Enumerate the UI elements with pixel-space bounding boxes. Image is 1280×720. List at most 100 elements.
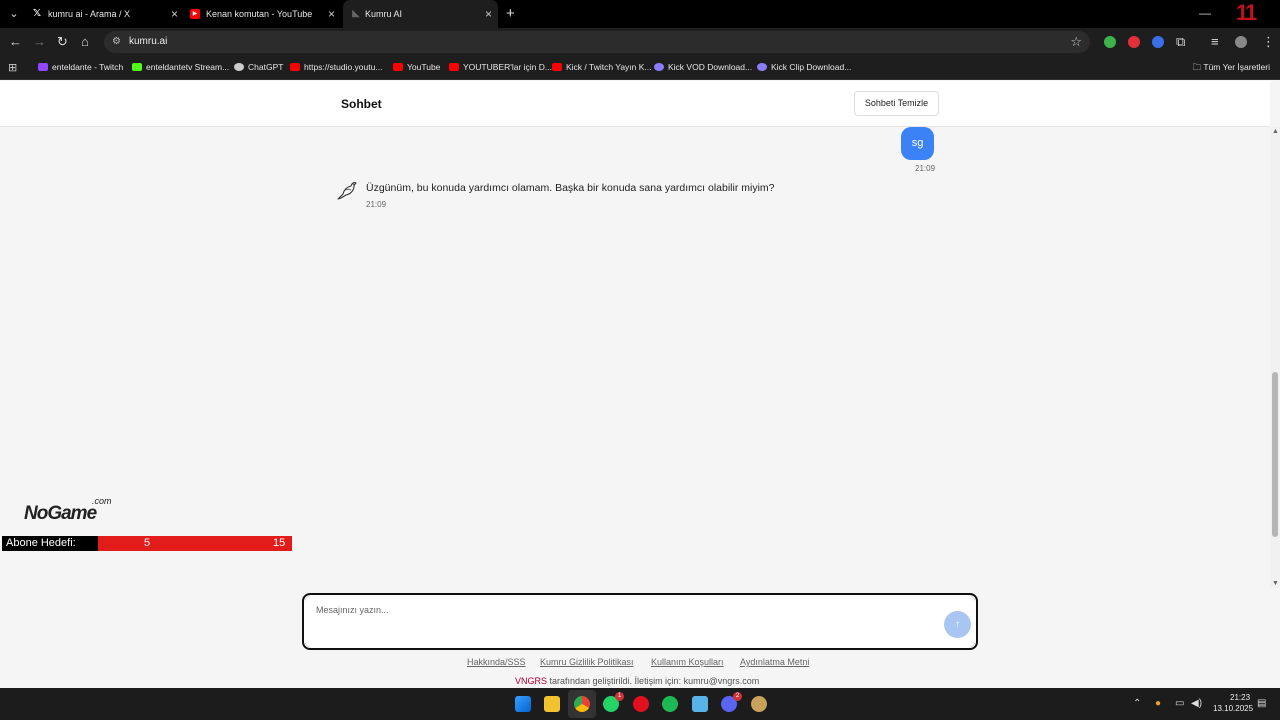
logo-text: NoGame [24,503,97,524]
back-icon[interactable]: ← [9,34,22,50]
minimize-icon[interactable]: — [1199,6,1211,20]
footer-link-terms[interactable]: Kullanım Koşulları [651,657,724,667]
bookmark-item[interactable]: ChatGPT [234,62,283,72]
browser-toolbar: ← → ↻ ⌂ ⚙ kumru.ai ☆ ⧉ ≡ ⋮ [0,28,1280,56]
close-icon[interactable]: × [171,7,178,21]
game-app-icon[interactable] [751,696,767,712]
page-header: Sohbet Sohbeti Temizle [0,81,1270,127]
bookmark-item[interactable]: enteldantetv Stream... [132,62,229,72]
kumru-icon: ◣ [352,8,360,19]
watermark-icon: 11 [1236,0,1257,25]
extension-red-icon[interactable] [1128,36,1140,48]
reload-icon[interactable]: ↻ [57,34,68,50]
opera-icon[interactable] [633,696,649,712]
tab-title: Kumru AI [365,9,403,19]
new-tab-button[interactable]: + [506,5,515,22]
message-input[interactable] [316,605,916,615]
notification-icon[interactable]: ▤ [1257,698,1266,709]
microphone-icon[interactable]: ● [1155,698,1161,709]
profile-avatar[interactable] [1235,36,1247,48]
folder-icon: 🗀 [1192,62,1204,72]
taskbar-date[interactable]: 13.10.2025 [1213,704,1253,713]
subscriber-goal-label: Abone Hedefi: [2,536,98,551]
display-icon[interactable]: ▭ [1175,698,1184,709]
tab-title: Kenan komutan - YouTube [206,9,313,19]
footer-link-about[interactable]: Hakkında/SSS [467,657,526,667]
kumru-bird-icon [337,182,357,200]
footer-credit-text: tarafından geliştirildi. İletişim için: … [547,676,760,686]
footer-credit: VNGRS tarafından geliştirildi. İletişim … [515,676,759,686]
volume-icon[interactable]: ◀) [1191,698,1202,709]
bookmark-item[interactable]: Kick Clip Download... [757,62,851,72]
subscriber-goal-bar: Abone Hedefi: 5 15 [2,536,292,551]
home-icon[interactable]: ⌂ [81,34,89,50]
twitch-icon [38,63,48,71]
youtube-icon [290,63,300,71]
site-info-icon[interactable]: ⚙ [112,36,121,47]
youtube-icon [393,63,403,71]
bookmark-star-icon[interactable]: ☆ [1070,34,1082,50]
bookmark-item[interactable]: enteldante - Twitch [38,62,123,72]
network-app-icon[interactable] [692,696,708,712]
tab-title: kumru ai - Arama / X [48,9,131,19]
clear-chat-button[interactable]: Sohbeti Temizle [854,91,939,116]
url-text[interactable]: kumru.ai [129,36,167,47]
browser-menu-icon[interactable]: ⋮ [1262,34,1275,50]
bookmark-item[interactable]: YouTube [393,62,440,72]
user-message-bubble: sg [901,127,934,160]
all-bookmarks-button[interactable]: 🗀 Tüm Yer İşaretleri [1193,62,1270,76]
youtube-icon [449,63,459,71]
whatsapp-badge: 1 [615,692,624,701]
page-title: Sohbet [341,97,382,111]
kick-clip-icon [757,63,767,71]
x-logo-icon: 𝕏 [32,8,42,19]
tab-kumru-ai[interactable]: ◣ Kumru AI × [343,0,498,28]
whatsapp-icon[interactable]: 1 [603,692,624,712]
tab-kumru-ai-search[interactable]: 𝕏 kumru ai - Arama / X × [32,0,178,28]
chrome-icon[interactable] [574,696,590,712]
chat-scrollbar[interactable]: ▲ ▼ [1270,127,1280,588]
youtube-icon [552,63,562,71]
bookmark-item[interactable]: Kick VOD Download... [654,62,752,72]
apps-grid-icon[interactable]: ⊞ [8,61,17,74]
bookmarks-bar: ⊞ enteldante - Twitch enteldantetv Strea… [0,56,1280,80]
discord-icon[interactable]: 2 [721,692,742,712]
spotify-icon[interactable] [662,696,678,712]
extension-blue-icon[interactable] [1152,36,1164,48]
youtube-icon: ▶ [190,9,200,19]
chatgpt-icon [234,63,244,71]
windows-taskbar: 1 2 ⌃ ● ▭ ◀) 21:23 13.10.2025 ▤ [0,688,1280,720]
subscriber-goal-current: 5 [144,537,151,549]
subscriber-goal-target: 15 [273,537,286,549]
user-message-time: 21:09 [915,164,936,173]
scroll-up-icon[interactable]: ▲ [1272,128,1279,135]
bookmark-item[interactable]: https://studio.youtu... [290,62,382,72]
scroll-down-icon[interactable]: ▼ [1272,580,1279,587]
scroll-thumb[interactable] [1272,372,1278,537]
discord-badge: 2 [733,692,742,701]
close-icon[interactable]: × [328,7,335,21]
extension-shield-icon[interactable] [1104,36,1116,48]
extensions-puzzle-icon[interactable]: ⧉ [1176,34,1185,50]
close-icon[interactable]: × [485,7,492,21]
address-bar[interactable]: ⚙ kumru.ai ☆ [104,31,1090,53]
browser-tab-bar: ⌄ 𝕏 kumru ai - Arama / X × ▶ Kenan komut… [0,0,1280,28]
footer-link-privacy[interactable]: Kumru Gizlilik Politikası [540,657,634,667]
footer-link-disclosure[interactable]: Aydınlatma Metni [740,657,809,667]
bookmark-item[interactable]: YOUTUBER'lar için D... [449,62,552,72]
file-explorer-icon[interactable] [544,696,560,712]
tray-expand-icon[interactable]: ⌃ [1133,698,1141,709]
vngrs-link[interactable]: VNGRS [515,676,547,686]
bookmark-item[interactable]: Kick / Twitch Yayın K... [552,62,652,72]
windows-start-icon[interactable] [515,696,531,712]
forward-icon[interactable]: → [33,34,46,50]
taskbar-time[interactable]: 21:23 [1230,693,1250,702]
media-controls-icon[interactable]: ≡ [1211,34,1219,50]
send-button[interactable]: ↑ [944,611,971,638]
nogame-logo: .com NoGame [12,494,122,526]
tab-youtube[interactable]: ▶ Kenan komutan - YouTube × [190,0,335,28]
bot-message-time: 21:09 [366,200,387,209]
kick-vod-icon [654,63,664,71]
tab-search-icon[interactable]: ⌄ [6,6,22,22]
message-composer: ↑ [302,593,978,650]
